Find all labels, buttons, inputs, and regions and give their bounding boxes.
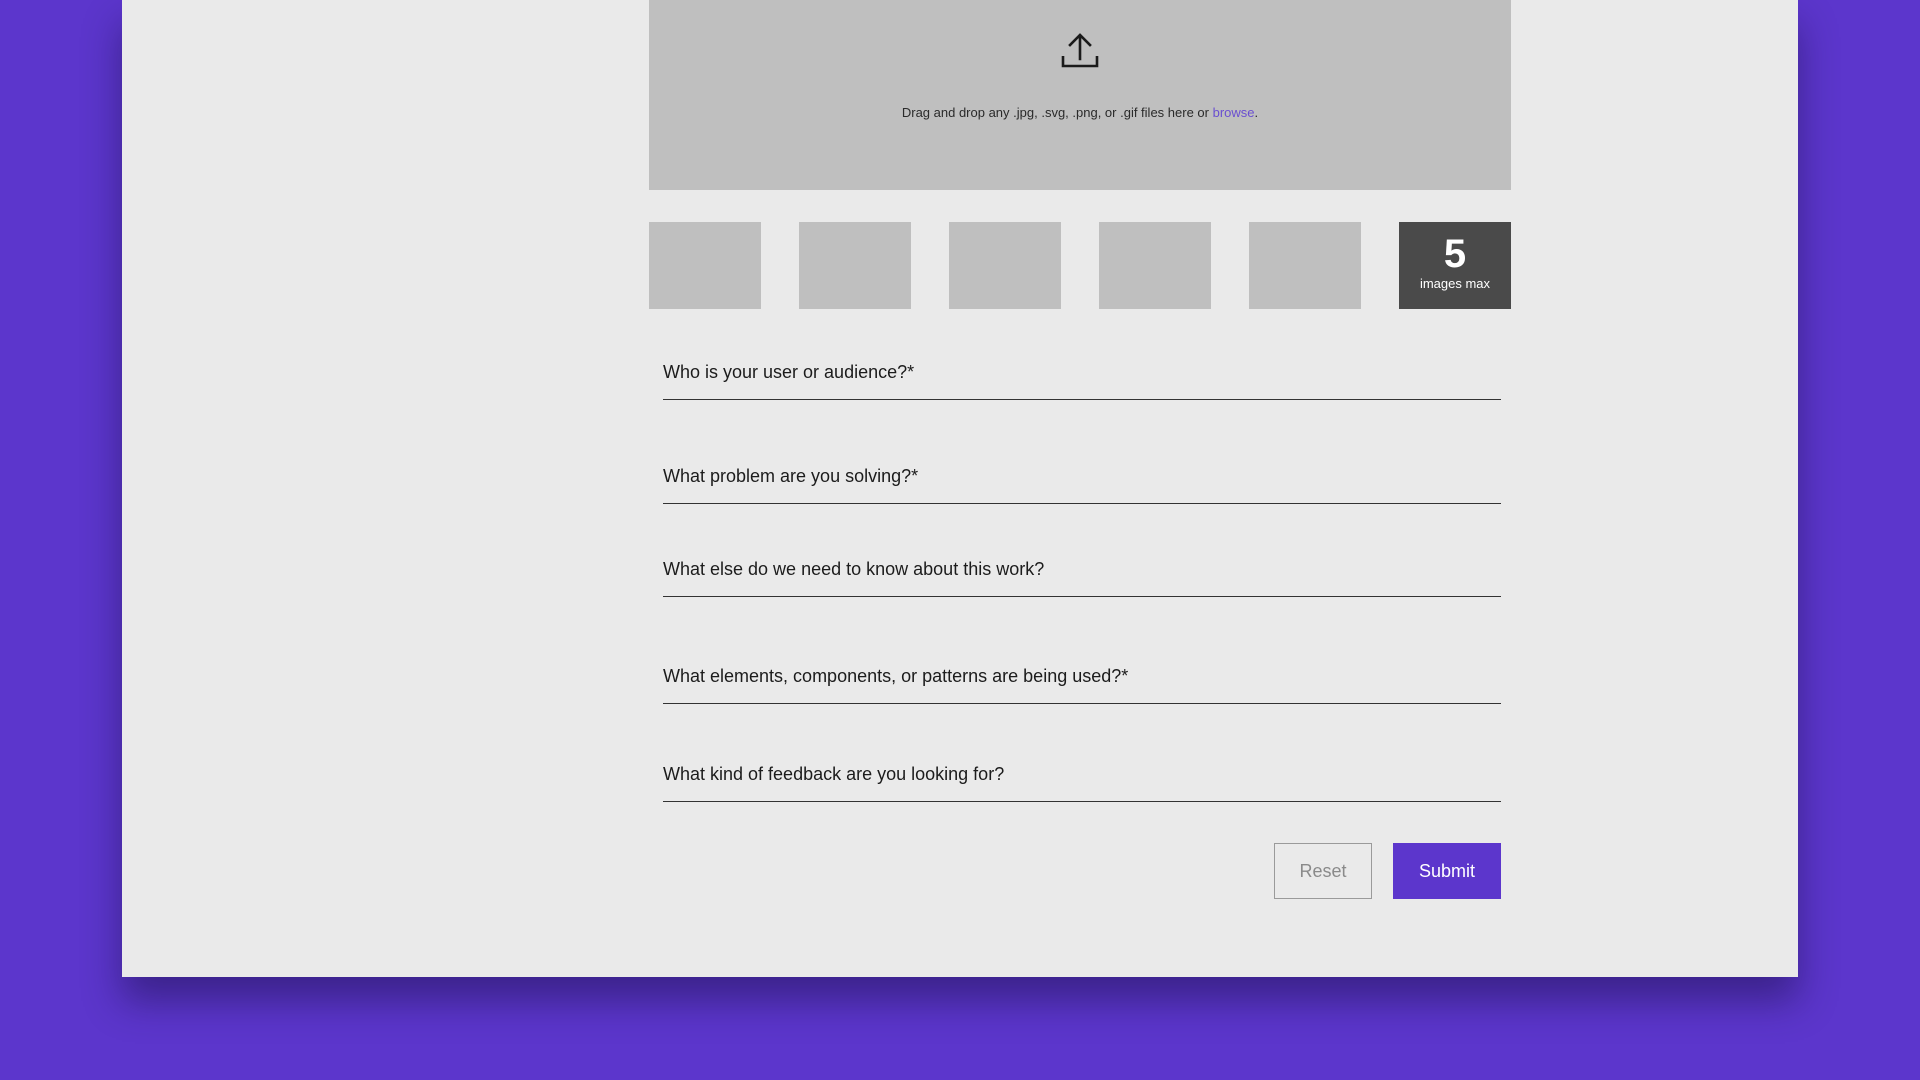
field-label: What kind of feedback are you looking fo…	[663, 764, 1005, 784]
upload-icon	[1061, 33, 1099, 68]
context-field[interactable]: What else do we need to know about this …	[663, 559, 1501, 597]
upload-instructions-suffix: .	[1254, 105, 1259, 120]
upload-instructions-text: Drag and drop any .jpg, .svg, .png, or .…	[901, 105, 1213, 120]
elements-field[interactable]: What elements, components, or patterns a…	[663, 666, 1501, 704]
user-audience-field[interactable]: Who is your user or audience?*	[663, 362, 1501, 400]
thumbnail-row: 5 images max	[649, 222, 1511, 309]
thumbnail-slot	[799, 222, 911, 309]
images-max-badge: 5 images max	[1399, 222, 1511, 309]
field-label: What else do we need to know about this …	[663, 559, 1045, 579]
images-max-label: images max	[1419, 276, 1491, 291]
reset-button[interactable]: Reset	[1274, 843, 1372, 899]
submit-button[interactable]: Submit	[1393, 843, 1501, 899]
field-label: What elements, components, or patterns a…	[663, 666, 1129, 686]
upload-instructions: Drag and drop any .jpg, .svg, .png, or .…	[649, 105, 1511, 120]
field-label: What problem are you solving?*	[663, 466, 919, 486]
images-max-number: 5	[1443, 232, 1467, 276]
browse-link[interactable]: browse	[1213, 105, 1255, 120]
thumbnail-slot	[1099, 222, 1211, 309]
upload-dropzone[interactable]: Drag and drop any .jpg, .svg, .png, or .…	[649, 0, 1511, 190]
feedback-form-card: Drag and drop any .jpg, .svg, .png, or .…	[122, 0, 1798, 977]
thumbnail-slot	[949, 222, 1061, 309]
problem-field[interactable]: What problem are you solving?*	[663, 466, 1501, 504]
feedback-type-field[interactable]: What kind of feedback are you looking fo…	[663, 764, 1501, 802]
thumbnail-slot	[1249, 222, 1361, 309]
field-label: Who is your user or audience?*	[663, 362, 915, 382]
thumbnail-slot	[649, 222, 761, 309]
